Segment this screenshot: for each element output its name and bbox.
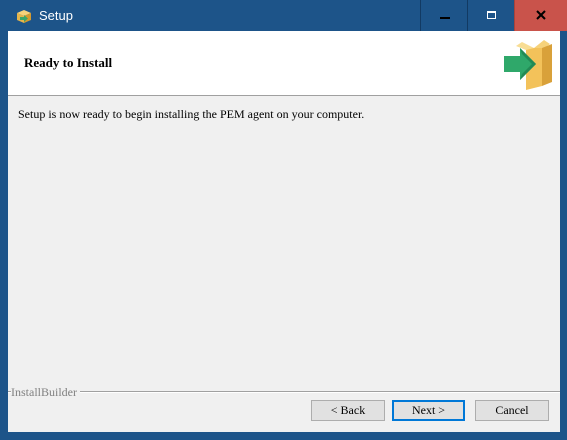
- close-button[interactable]: [514, 0, 567, 31]
- close-icon: [536, 10, 546, 20]
- install-message: Setup is now ready to begin installing t…: [18, 107, 365, 121]
- wizard-header: Ready to Install: [8, 31, 560, 96]
- installer-box-icon: [16, 8, 32, 24]
- install-arrow-box-icon: [498, 36, 556, 92]
- back-button[interactable]: < Back: [311, 400, 385, 421]
- page-title: Ready to Install: [24, 55, 113, 70]
- window-title: Setup: [39, 8, 73, 23]
- footer-divider: [8, 391, 560, 393]
- cancel-button[interactable]: Cancel: [475, 400, 549, 421]
- installer-panel: Ready to Install Setup is now ready to b…: [8, 31, 560, 432]
- maximize-icon: [487, 11, 496, 19]
- next-button[interactable]: Next >: [392, 400, 465, 421]
- minimize-button[interactable]: [420, 0, 467, 31]
- maximize-button[interactable]: [467, 0, 514, 31]
- setup-window: Setup Ready to Install Setup is now read…: [0, 0, 567, 440]
- title-bar[interactable]: Setup: [0, 0, 567, 31]
- minimize-icon: [440, 17, 450, 19]
- installbuilder-label: InstallBuilder: [11, 385, 80, 400]
